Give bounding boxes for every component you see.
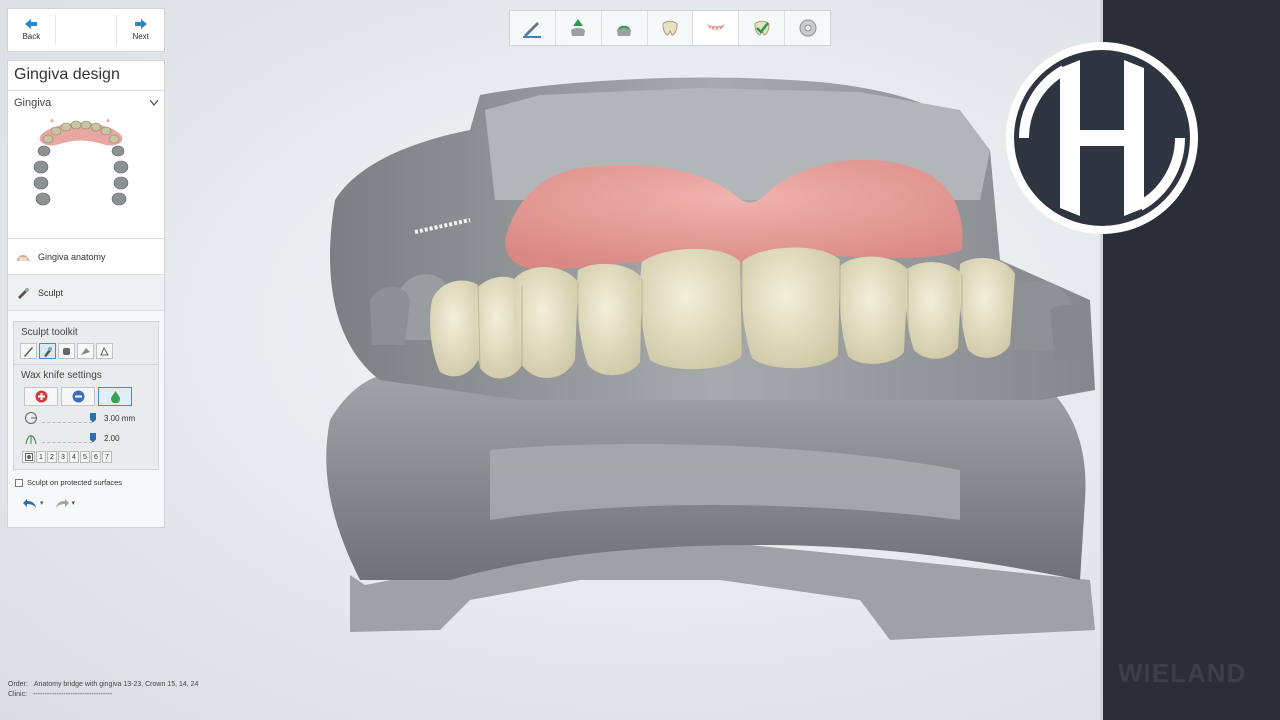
wax-tool-icon xyxy=(44,346,52,357)
toolkit-title: Sculpt toolkit xyxy=(21,327,78,338)
preset-button-4[interactable]: 4 xyxy=(69,451,79,463)
sculpt-toolkit: Sculpt toolkit xyxy=(13,321,159,365)
history-controls: ▾ ▾ xyxy=(8,487,164,509)
step-export[interactable] xyxy=(785,11,830,45)
preset-button-6[interactable]: 6 xyxy=(91,451,101,463)
smooth-icon xyxy=(63,347,70,355)
chevron-down-icon: ▾ xyxy=(71,500,76,507)
chevron-down-icon: ▾ xyxy=(40,500,44,507)
export-disc-icon xyxy=(799,19,817,37)
strength-icon xyxy=(25,435,37,445)
strength-slider-row: 2.00 xyxy=(14,428,158,448)
preset-button-1[interactable]: 1 xyxy=(36,451,46,463)
protected-surfaces-label: Sculpt on protected surfaces xyxy=(27,478,123,487)
die-icon xyxy=(617,25,632,36)
gingiva-design-panel: Gingiva design Gingiva Gingiva anatomy S… xyxy=(7,60,165,528)
step-prepare[interactable] xyxy=(510,11,556,45)
order-label: Order: xyxy=(8,681,28,688)
step-margin[interactable] xyxy=(556,11,602,45)
step-label: Gingiva anatomy xyxy=(38,251,106,262)
gingiva-anatomy-icon xyxy=(17,254,29,261)
preset-button-3[interactable]: 3 xyxy=(58,451,68,463)
step-crown[interactable] xyxy=(648,11,694,45)
slider-thumb[interactable] xyxy=(90,432,96,443)
radius-slider-row: 3.00 mm xyxy=(14,408,158,428)
smooth-tool-button[interactable] xyxy=(58,343,75,359)
gingiva-header[interactable]: Gingiva xyxy=(8,91,164,109)
grid-icon xyxy=(24,453,33,461)
step-label: Sculpt xyxy=(38,287,64,298)
gingiva-section-label: Gingiva xyxy=(14,97,52,109)
strength-slider[interactable] xyxy=(42,432,96,443)
next-label: Next xyxy=(132,32,149,41)
wax-knife-tool-button[interactable] xyxy=(20,343,37,359)
preset-button-2[interactable]: 2 xyxy=(47,451,57,463)
add-material-button[interactable] xyxy=(24,387,58,406)
back-button[interactable]: Back xyxy=(8,9,55,51)
preset-grid-button[interactable] xyxy=(22,451,35,463)
workflow-toolbar xyxy=(509,10,831,46)
order-value: Anatomy bridge with gingiva 13-23, Crown… xyxy=(33,681,199,688)
morph-tool-button[interactable] xyxy=(77,343,94,359)
step-sculpt[interactable]: Sculpt xyxy=(8,275,164,311)
arrow-left-icon xyxy=(25,19,38,29)
radius-value: 3.00 mm xyxy=(104,413,136,423)
crown-icon xyxy=(662,20,678,36)
check-icon xyxy=(754,20,770,36)
step-finalize[interactable] xyxy=(739,11,786,45)
clinic-value: ---------------------------------- xyxy=(33,691,113,698)
undo-button[interactable]: ▾ xyxy=(22,497,44,509)
morph-icon xyxy=(81,347,90,355)
margin-icon xyxy=(571,19,586,36)
step-gingiva-anatomy[interactable]: Gingiva anatomy xyxy=(8,239,164,275)
gingiva-section: Gingiva xyxy=(8,91,164,239)
preset-button-7[interactable]: 7 xyxy=(102,451,112,463)
shape-tool-button[interactable] xyxy=(96,343,113,359)
wax-knife-settings: Wax knife settings 3.00 mm 2.00 1 2 3 4 … xyxy=(13,365,159,470)
slider-thumb[interactable] xyxy=(90,412,96,423)
add-icon xyxy=(35,390,47,403)
navigation-bar: Back Next xyxy=(7,8,165,52)
3d-viewport[interactable] xyxy=(0,0,1100,720)
redo-icon xyxy=(55,499,69,508)
order-info: Order: Anatomy bridge with gingiva 13-23… xyxy=(8,680,198,700)
arrow-right-icon xyxy=(134,19,147,29)
channel-logo-icon xyxy=(1006,42,1198,234)
wax-tool-button[interactable] xyxy=(39,343,56,359)
knife-icon xyxy=(24,346,33,357)
brand-watermark: WIELAND xyxy=(1118,658,1247,688)
undo-icon xyxy=(23,499,36,508)
gingiva-icon xyxy=(706,24,725,34)
step-die[interactable] xyxy=(602,11,648,45)
wax-settings-title: Wax knife settings xyxy=(21,370,102,381)
prepare-icon xyxy=(523,22,542,38)
chevron-down-icon[interactable] xyxy=(150,100,158,106)
tooth-chart-diagram[interactable] xyxy=(26,117,136,227)
smooth-material-button[interactable] xyxy=(98,387,132,406)
protected-surfaces-checkbox[interactable] xyxy=(15,478,23,487)
remove-icon xyxy=(72,390,84,403)
drop-icon xyxy=(110,391,120,403)
dental-model-scene xyxy=(326,77,1095,640)
back-label: Back xyxy=(22,32,41,41)
step-gingiva[interactable] xyxy=(693,11,740,45)
radius-slider[interactable] xyxy=(42,412,96,423)
protected-surfaces-option[interactable]: Sculpt on protected surfaces xyxy=(8,470,164,487)
panel-title: Gingiva design xyxy=(8,61,164,91)
preset-buttons: 1 2 3 4 5 6 7 xyxy=(14,448,158,463)
remove-material-button[interactable] xyxy=(61,387,95,406)
redo-button[interactable]: ▾ xyxy=(54,497,76,509)
sculpt-icon xyxy=(18,287,29,299)
radius-icon xyxy=(25,412,37,424)
clinic-label: Clinic: xyxy=(8,691,28,698)
next-button[interactable]: Next xyxy=(117,9,164,51)
preset-button-5[interactable]: 5 xyxy=(80,451,90,463)
strength-value: 2.00 xyxy=(104,433,120,443)
shape-icon xyxy=(100,346,109,355)
